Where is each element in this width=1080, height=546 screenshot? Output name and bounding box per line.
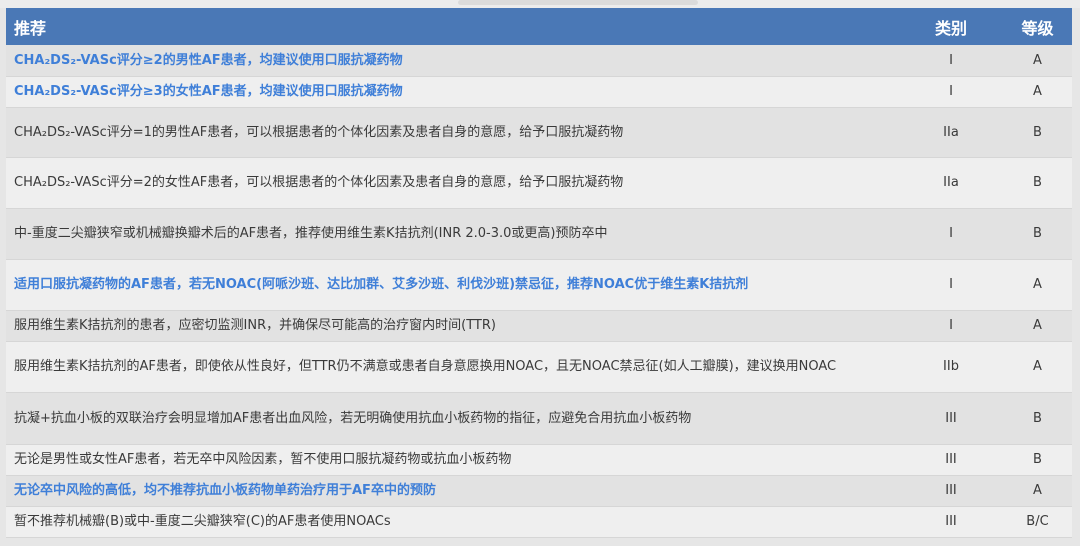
table-row: 服用维生素K拮抗剂的患者，应密切监测INR，并确保尽可能高的治疗窗内时间(TTR… — [6, 310, 1072, 342]
class-cell: I — [899, 310, 1003, 342]
level-cell: B — [1003, 157, 1072, 209]
level-cell: A — [1003, 259, 1072, 311]
recommendation-cell: 暂不推荐机械瓣(B)或中-重度二尖瓣狭窄(C)的AF患者使用NOACs — [6, 506, 899, 538]
table-row: 抗凝+抗血小板的双联治疗会明显增加AF患者出血风险，若无明确使用抗血小板药物的指… — [6, 392, 1072, 445]
class-cell: I — [899, 76, 1003, 108]
header-class: 类别 — [899, 8, 1003, 45]
level-cell: A — [1003, 45, 1072, 77]
recommendation-cell: 服用维生素K拮抗剂的患者，应密切监测INR，并确保尽可能高的治疗窗内时间(TTR… — [6, 310, 899, 342]
recommendation-cell: 中-重度二尖瓣狭窄或机械瓣换瓣术后的AF患者，推荐使用维生素K拮抗剂(INR 2… — [6, 208, 899, 260]
class-cell: III — [899, 444, 1003, 476]
level-cell: B — [1003, 107, 1072, 158]
recommendation-cell: CHA₂DS₂-VASc评分≥2的男性AF患者，均建议使用口服抗凝药物 — [6, 45, 899, 77]
level-cell: B — [1003, 444, 1072, 476]
class-cell: I — [899, 208, 1003, 260]
recommendation-cell: 无论卒中风险的高低，均不推荐抗血小板药物单药治疗用于AF卒中的预防 — [6, 475, 899, 507]
class-cell: III — [899, 392, 1003, 445]
class-cell: I — [899, 259, 1003, 311]
table-row: 服用维生素K拮抗剂的AF患者，即使依从性良好，但TTR仍不满意或患者自身意愿换用… — [6, 341, 1072, 393]
table-row: CHA₂DS₂-VASc评分=2的女性AF患者，可以根据患者的个体化因素及患者自… — [6, 157, 1072, 209]
table-row: 适用口服抗凝药物的AF患者，若无NOAC(阿哌沙班、达比加群、艾多沙班、利伐沙班… — [6, 259, 1072, 311]
header-level: 等级 — [1003, 8, 1072, 45]
top-edge — [0, 0, 1080, 8]
slide: 推荐 类别 等级 CHA₂DS₂-VASc评分≥2的男性AF患者，均建议使用口服… — [0, 0, 1080, 546]
table-row: CHA₂DS₂-VASc评分≥2的男性AF患者，均建议使用口服抗凝药物 I A — [6, 45, 1072, 77]
recommendation-cell: 适用口服抗凝药物的AF患者，若无NOAC(阿哌沙班、达比加群、艾多沙班、利伐沙班… — [6, 259, 899, 311]
table-row: CHA₂DS₂-VASc评分≥3的女性AF患者，均建议使用口服抗凝药物 I A — [6, 76, 1072, 108]
table-row: CHA₂DS₂-VASc评分=1的男性AF患者，可以根据患者的个体化因素及患者自… — [6, 107, 1072, 158]
level-cell: A — [1003, 76, 1072, 108]
class-cell: I — [899, 45, 1003, 77]
table-row: 暂不推荐机械瓣(B)或中-重度二尖瓣狭窄(C)的AF患者使用NOACs III B/… — [6, 506, 1072, 538]
level-cell: A — [1003, 475, 1072, 507]
level-cell: A — [1003, 310, 1072, 342]
table-header-row: 推荐 类别 等级 — [6, 8, 1072, 45]
header-recommendation: 推荐 — [6, 8, 899, 45]
level-cell: B — [1003, 392, 1072, 445]
class-cell: III — [899, 506, 1003, 538]
recommendation-cell: CHA₂DS₂-VASc评分=2的女性AF患者，可以根据患者的个体化因素及患者自… — [6, 157, 899, 209]
cropped-title-remnant — [458, 0, 698, 5]
recommendation-cell: 无论是男性或女性AF患者，若无卒中风险因素，暂不使用口服抗凝药物或抗血小板药物 — [6, 444, 899, 476]
class-cell: IIa — [899, 157, 1003, 209]
class-cell: IIa — [899, 107, 1003, 158]
recommendation-cell: 抗凝+抗血小板的双联治疗会明显增加AF患者出血风险，若无明确使用抗血小板药物的指… — [6, 392, 899, 445]
level-cell: B — [1003, 208, 1072, 260]
class-cell: IIb — [899, 341, 1003, 393]
table-row: 无论是男性或女性AF患者，若无卒中风险因素，暂不使用口服抗凝药物或抗血小板药物 I… — [6, 444, 1072, 476]
recommendation-cell: CHA₂DS₂-VASc评分=1的男性AF患者，可以根据患者的个体化因素及患者自… — [6, 107, 899, 158]
recommendation-cell: CHA₂DS₂-VASc评分≥3的女性AF患者，均建议使用口服抗凝药物 — [6, 76, 899, 108]
recommendation-table: 推荐 类别 等级 CHA₂DS₂-VASc评分≥2的男性AF患者，均建议使用口服… — [6, 8, 1072, 538]
recommendation-cell: 服用维生素K拮抗剂的AF患者，即使依从性良好，但TTR仍不满意或患者自身意愿换用… — [6, 341, 899, 393]
level-cell: A — [1003, 341, 1072, 393]
table-row: 中-重度二尖瓣狭窄或机械瓣换瓣术后的AF患者，推荐使用维生素K拮抗剂(INR 2… — [6, 208, 1072, 260]
table-row: 无论卒中风险的高低，均不推荐抗血小板药物单药治疗用于AF卒中的预防 III A — [6, 475, 1072, 507]
level-cell: B/C — [1003, 506, 1072, 538]
class-cell: III — [899, 475, 1003, 507]
